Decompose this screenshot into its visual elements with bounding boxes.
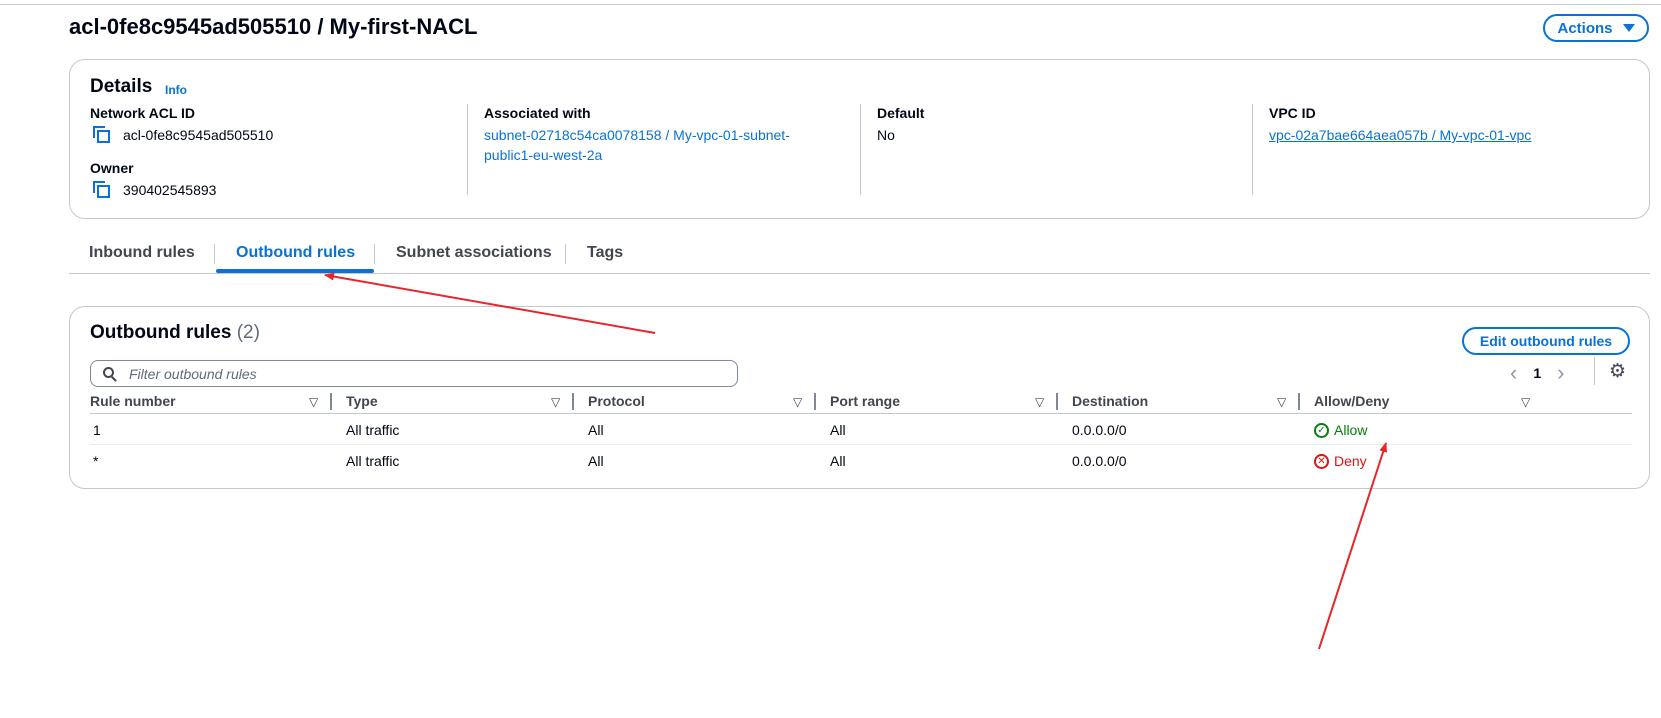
column-resizer[interactable] [1056,393,1058,410]
column-header-destination[interactable]: Destination [1072,393,1148,409]
owner-label: Owner [90,160,134,176]
cell-allow-deny: ✕ Deny [1314,453,1367,469]
search-icon [103,366,117,382]
sort-icon[interactable]: ▽ [551,395,560,409]
network-acl-id-label: Network ACL ID [90,105,196,121]
tab-bar: Inbound rules Outbound rules Subnet asso… [69,232,1650,274]
tab-divider [565,244,566,264]
network-acl-id-value: acl-0fe8c9545ad505510 [123,127,274,143]
table-row: * All traffic All All 0.0.0.0/0 ✕ Deny [90,445,1632,476]
details-panel: Details Info Network ACL ID acl-0fe8c954… [69,59,1650,219]
details-column-acl: Network ACL ID acl-0fe8c9545ad505510 Own… [90,104,440,198]
cell-port-range: All [830,453,846,469]
default-label: Default [877,105,925,121]
associated-with-label: Associated with [484,105,591,121]
table-header: Rule number ▽ Type ▽ Protocol ▽ Port ran… [90,389,1632,414]
tab-tags[interactable]: Tags [587,244,623,262]
cell-allow-deny: ✓ Allow [1314,422,1367,438]
active-tab-indicator [216,269,374,273]
associated-subnet-link[interactable]: subnet-02718c54ca0078158 / My-vpc-01-sub… [484,125,860,165]
gear-icon[interactable]: ⚙ [1608,362,1627,381]
tab-outbound-rules[interactable]: Outbound rules [236,244,355,262]
top-divider [0,4,1661,5]
details-column-associated: Associated with subnet-02718c54ca0078158… [467,104,860,195]
column-resizer[interactable] [814,393,816,410]
tab-divider [214,244,215,264]
page-title: acl-0fe8c9545ad505510 / My-first-NACL [69,14,478,39]
info-link[interactable]: Info [165,83,187,97]
sort-icon[interactable]: ▽ [1521,395,1530,409]
default-value: No [877,127,895,143]
check-circle-icon: ✓ [1314,422,1329,438]
copy-icon[interactable] [93,126,111,144]
cell-protocol: All [588,453,604,469]
details-column-vpc: VPC ID vpc-02a7bae664aea057b / My-vpc-01… [1252,104,1642,195]
page-number[interactable]: 1 [1533,365,1541,381]
tab-inbound-rules[interactable]: Inbound rules [89,244,195,262]
filter-input[interactable] [127,364,727,383]
column-header-port-range[interactable]: Port range [830,393,900,409]
details-title: Details [90,76,153,97]
column-header-protocol[interactable]: Protocol [588,393,645,409]
cell-port-range: All [830,422,846,438]
column-resizer[interactable] [1298,393,1300,410]
column-resizer[interactable] [572,393,574,410]
column-header-rule-number[interactable]: Rule number [90,393,176,409]
actions-label: Actions [1557,19,1613,37]
edit-outbound-rules-button[interactable]: Edit outbound rules [1462,327,1630,355]
tab-divider [374,244,375,264]
outbound-rules-panel: Outbound rules (2) Edit outbound rules ‹… [69,306,1650,489]
cell-protocol: All [588,422,604,438]
details-column-default: Default No [860,104,1252,195]
sort-icon[interactable]: ▽ [309,395,318,409]
vpc-id-link[interactable]: vpc-02a7bae664aea057b / My-vpc-01-vpc [1269,125,1642,145]
cell-destination: 0.0.0.0/0 [1072,422,1127,438]
pagination: ‹ 1 › [1510,361,1564,385]
cell-type: All traffic [346,453,400,469]
sort-icon[interactable]: ▽ [1035,395,1044,409]
cell-rule-number: * [93,453,99,469]
table-row: 1 All traffic All All 0.0.0.0/0 ✓ Allow [90,414,1632,445]
chevron-left-icon[interactable]: ‹ [1510,362,1517,384]
tab-subnet-associations[interactable]: Subnet associations [396,244,552,262]
column-header-type[interactable]: Type [346,393,378,409]
outbound-rules-table: Rule number ▽ Type ▽ Protocol ▽ Port ran… [90,389,1632,476]
sort-icon[interactable]: ▽ [1277,395,1286,409]
sort-icon[interactable]: ▽ [793,395,802,409]
vpc-id-label: VPC ID [1269,105,1316,121]
owner-value: 390402545893 [123,182,217,198]
cell-destination: 0.0.0.0/0 [1072,453,1127,469]
actions-button[interactable]: Actions [1543,14,1649,42]
x-circle-icon: ✕ [1314,453,1329,469]
outbound-rules-title: Outbound rules (2) [90,322,260,343]
pager-divider [1594,357,1595,385]
outbound-rules-count: (2) [236,322,260,343]
copy-icon[interactable] [93,181,111,199]
column-resizer[interactable] [330,393,332,410]
column-header-allow-deny[interactable]: Allow/Deny [1314,393,1389,409]
chevron-right-icon[interactable]: › [1557,362,1564,384]
caret-down-icon [1622,24,1635,32]
cell-rule-number: 1 [93,422,101,438]
cell-type: All traffic [346,422,400,438]
filter-outbound-rules[interactable] [90,360,738,387]
